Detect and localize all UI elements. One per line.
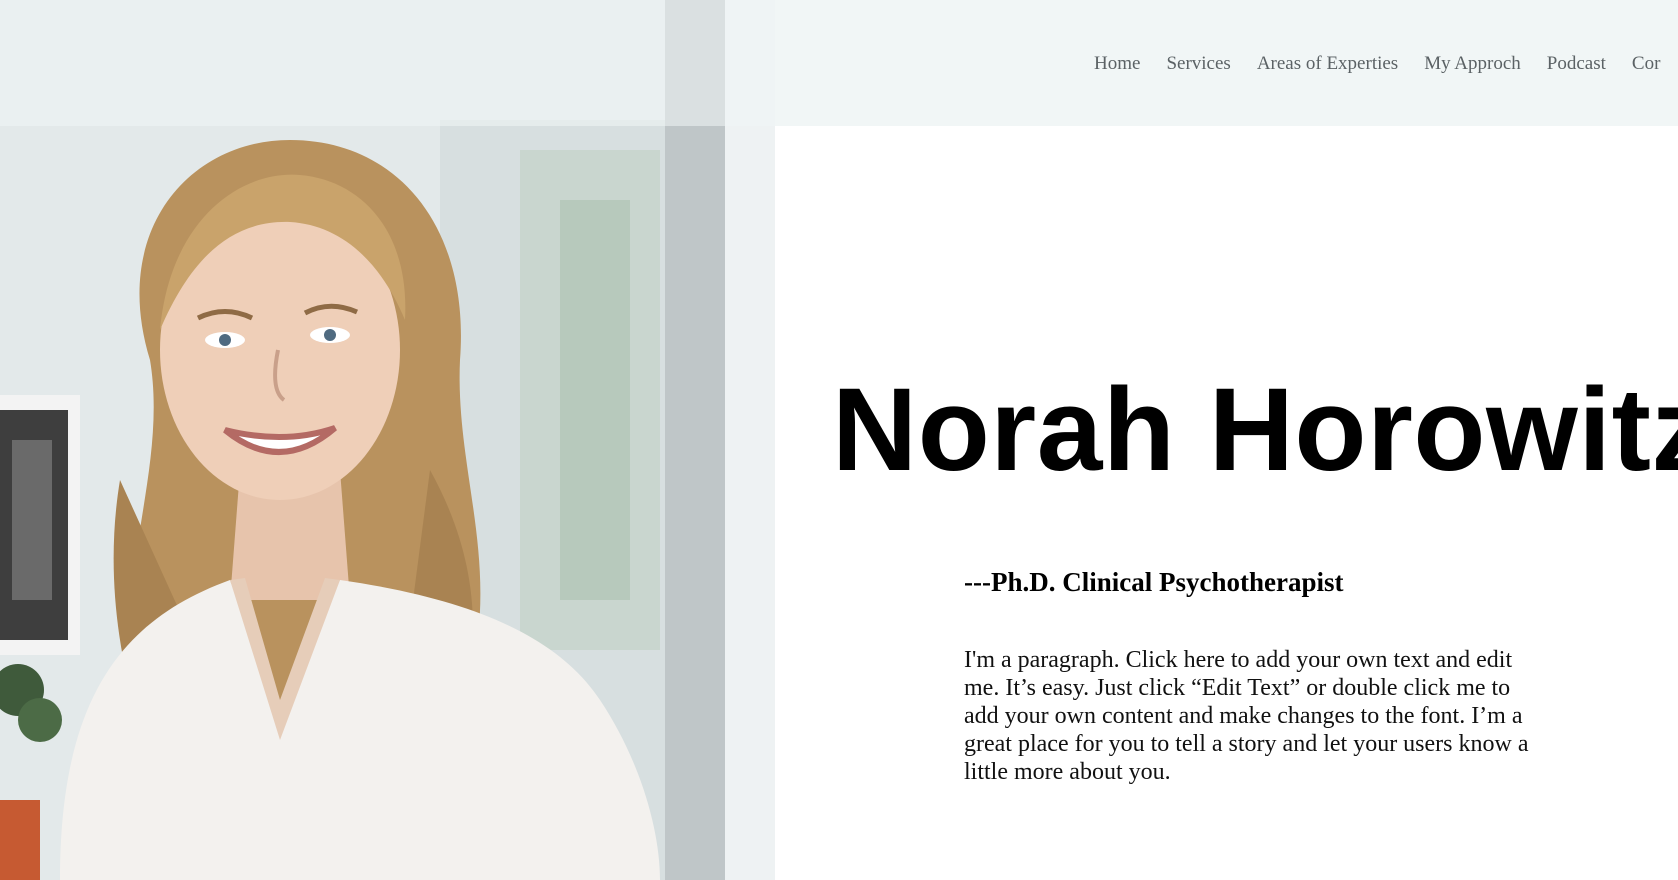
hero-name-title: Norah Horowitz: [832, 364, 1678, 496]
nav-item-areas-of-expertise[interactable]: Areas of Experties: [1257, 50, 1398, 78]
hero-subtitle: ---Ph.D. Clinical Psychotherapist: [964, 567, 1344, 597]
hero-portrait-image: [0, 0, 775, 880]
nav-item-my-approach[interactable]: My Approch: [1424, 50, 1521, 78]
page: Home Services Areas of Experties My Appr…: [0, 0, 1678, 880]
nav-item-podcast[interactable]: Podcast: [1547, 50, 1606, 78]
nav-item-home[interactable]: Home: [1094, 50, 1140, 78]
main-navigation: Home Services Areas of Experties My Appr…: [1094, 50, 1678, 78]
nav-item-contact[interactable]: Cor: [1632, 50, 1661, 78]
nav-item-services[interactable]: Services: [1166, 50, 1230, 78]
hero-paragraph: I'm a paragraph. Click here to add your …: [964, 647, 1529, 785]
